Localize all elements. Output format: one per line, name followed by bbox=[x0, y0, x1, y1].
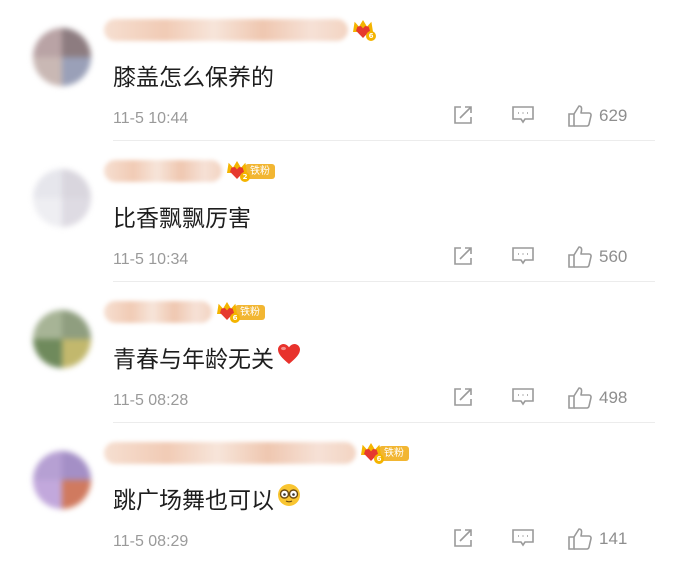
like-count: 560 bbox=[599, 247, 628, 266]
share-icon bbox=[454, 247, 472, 265]
thumbs-up-icon bbox=[568, 528, 592, 550]
comment-time: 11-5 08:29 bbox=[113, 533, 189, 550]
thumbs-up-icon bbox=[568, 105, 592, 127]
username-blurred[interactable] bbox=[104, 160, 222, 182]
comment-text: 青春与年龄无关 bbox=[113, 340, 301, 374]
comment-text: 比香飘飘厉害 bbox=[113, 206, 251, 232]
heart-emoji-icon bbox=[277, 343, 301, 371]
share-icon bbox=[454, 388, 472, 406]
share-button[interactable] bbox=[452, 104, 474, 126]
comment-item: 2 铁粉 比香飘飘厉害 11-5 10:34 560 bbox=[0, 141, 689, 282]
username-blurred[interactable] bbox=[104, 301, 212, 323]
crown-icon: 2 bbox=[226, 161, 250, 182]
comment-time: 11-5 08:28 bbox=[113, 392, 189, 409]
like-count: 141 bbox=[599, 529, 628, 548]
username-blurred[interactable] bbox=[104, 19, 348, 41]
avatar[interactable] bbox=[33, 310, 91, 368]
thumbs-up-icon bbox=[568, 246, 592, 268]
glasses-face-emoji-icon bbox=[277, 483, 301, 513]
reply-button[interactable] bbox=[511, 386, 535, 408]
share-button[interactable] bbox=[452, 527, 474, 549]
comment-icon bbox=[512, 106, 534, 124]
comment-icon bbox=[512, 247, 534, 265]
member-badge: 6 铁粉 bbox=[360, 443, 409, 464]
like-count: 629 bbox=[599, 106, 628, 125]
avatar[interactable] bbox=[33, 169, 91, 227]
reply-button[interactable] bbox=[511, 527, 535, 549]
avatar[interactable] bbox=[33, 28, 91, 86]
share-button[interactable] bbox=[452, 245, 474, 267]
like-button[interactable]: 560 bbox=[567, 245, 627, 269]
like-button[interactable]: 141 bbox=[567, 527, 627, 551]
like-button[interactable]: 629 bbox=[567, 104, 627, 128]
comment-item: 6 铁粉 跳广场舞也可以 11-5 08:29 141 bbox=[0, 423, 689, 564]
comment-item: 6 膝盖怎么保养的 11-5 10:44 629 bbox=[0, 0, 689, 141]
crown-icon: 6 bbox=[216, 302, 240, 323]
username-blurred[interactable] bbox=[104, 442, 356, 464]
share-button[interactable] bbox=[452, 386, 474, 408]
thumbs-up-icon bbox=[568, 387, 592, 409]
comment-time: 11-5 10:34 bbox=[113, 251, 189, 268]
comment-icon bbox=[512, 388, 534, 406]
like-button[interactable]: 498 bbox=[567, 386, 627, 410]
comment-text: 膝盖怎么保养的 bbox=[113, 65, 274, 91]
member-badge: 2 铁粉 bbox=[226, 161, 275, 182]
member-badge: 6 bbox=[352, 20, 376, 41]
comment-text: 跳广场舞也可以 bbox=[113, 481, 301, 515]
crown-icon: 6 bbox=[352, 20, 376, 41]
comment-item: 6 铁粉 青春与年龄无关 11-5 08:28 498 bbox=[0, 282, 689, 423]
like-count: 498 bbox=[599, 388, 628, 407]
reply-button[interactable] bbox=[511, 104, 535, 126]
avatar[interactable] bbox=[33, 451, 91, 509]
crown-icon: 6 bbox=[360, 443, 384, 464]
share-icon bbox=[454, 529, 472, 547]
share-icon bbox=[454, 106, 472, 124]
member-badge: 6 铁粉 bbox=[216, 302, 265, 323]
reply-button[interactable] bbox=[511, 245, 535, 267]
comment-time: 11-5 10:44 bbox=[113, 110, 189, 127]
comment-icon bbox=[512, 529, 534, 547]
